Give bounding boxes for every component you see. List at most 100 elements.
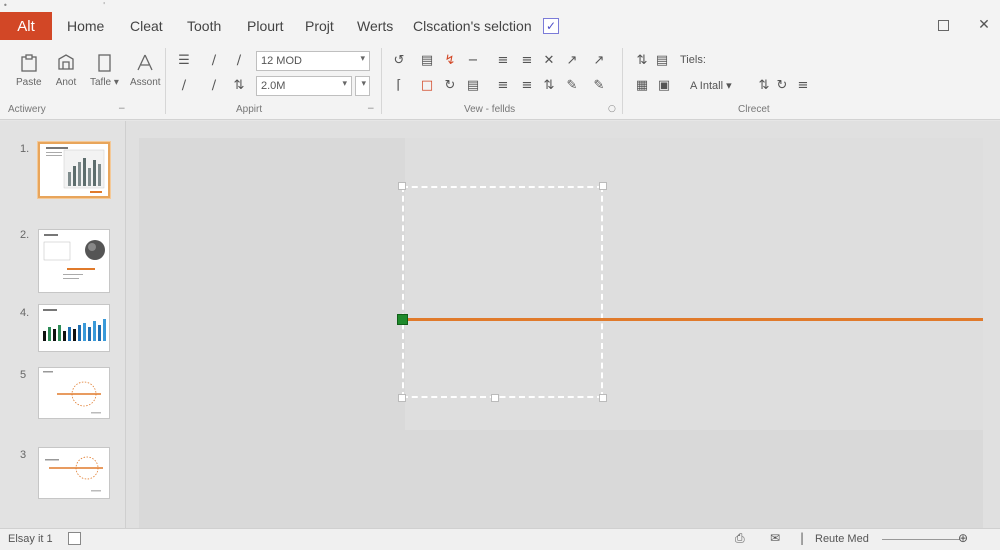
select-icon[interactable]: ▣ bbox=[655, 76, 673, 94]
slide-number: 2. bbox=[20, 229, 30, 241]
close-icon[interactable]: ✕ bbox=[975, 16, 993, 34]
group-launcher-icon[interactable]: ○ bbox=[608, 104, 616, 114]
line-start-handle[interactable] bbox=[397, 314, 408, 325]
list-icon[interactable]: ▤ bbox=[464, 76, 482, 94]
notes-icon[interactable]: ⎙ bbox=[735, 531, 745, 546]
slide-number: 4. bbox=[20, 307, 30, 319]
tab-werts[interactable]: Werts bbox=[357, 18, 393, 34]
slide-number: 5 bbox=[20, 369, 27, 381]
outline-icon[interactable]: ✎ bbox=[590, 76, 608, 94]
chevron-down-icon: ▾ bbox=[360, 54, 365, 64]
tab-selection[interactable]: Clscation's selction bbox=[413, 18, 532, 34]
sort-icon[interactable]: ⇅ bbox=[230, 76, 248, 94]
group-label-appirt: Appirt bbox=[236, 104, 263, 115]
chevron-down-icon: ▾ bbox=[113, 77, 119, 88]
wrap-icon[interactable]: ↗ bbox=[563, 51, 581, 69]
resize-handle[interactable] bbox=[599, 182, 607, 190]
chevron-down-icon: ▾ bbox=[361, 79, 366, 89]
group-separator bbox=[381, 48, 382, 114]
table-label: Tafle ▾ bbox=[90, 77, 119, 88]
zoom-slider[interactable] bbox=[882, 539, 960, 540]
slide-thumbnail-pane: 1. 2. 4. 5 3 bbox=[0, 121, 125, 528]
group-label-clrecet: Clrecet bbox=[738, 104, 770, 115]
quick-access-icon[interactable]: • bbox=[3, 1, 8, 10]
slide-thumbnail[interactable] bbox=[38, 367, 110, 419]
line-shape[interactable] bbox=[405, 318, 983, 321]
tab-tooth[interactable]: Tooth bbox=[187, 18, 221, 34]
resize-handle[interactable] bbox=[398, 182, 406, 190]
ribbon: Paste Anot Tafle ▾ Assont Actiwery − ☰ ∕… bbox=[0, 44, 1000, 120]
bullets-icon[interactable]: ≡ bbox=[494, 51, 512, 69]
arrange-icon[interactable]: ⇅ bbox=[633, 51, 651, 69]
grid-icon[interactable]: ▦ bbox=[633, 76, 651, 94]
status-checkbox[interactable] bbox=[68, 532, 81, 545]
resize-handle[interactable] bbox=[491, 394, 499, 402]
slide-thumbnail[interactable] bbox=[38, 447, 110, 499]
font-size-select[interactable]: 2.0M ▾ bbox=[256, 76, 352, 96]
group-label-view-fields: Vew - fellds bbox=[464, 104, 516, 115]
slide-number: 3 bbox=[20, 449, 27, 461]
text-direction-icon[interactable]: ⇅ bbox=[540, 76, 558, 94]
replace-icon[interactable]: ↻ bbox=[773, 76, 791, 94]
anot-button[interactable]: Anot bbox=[55, 52, 77, 88]
font-size-value: 2.0M bbox=[261, 80, 286, 92]
align-lines-icon[interactable]: ☰ bbox=[175, 51, 193, 69]
pencil-icon[interactable]: ∕ bbox=[175, 76, 193, 94]
refresh-icon[interactable]: ↺ bbox=[390, 51, 408, 69]
resize-handle[interactable] bbox=[599, 394, 607, 402]
font-size-dropdown[interactable]: ▾ bbox=[355, 76, 370, 96]
dash-icon[interactable]: − bbox=[464, 51, 482, 69]
quick-access-separator: ' bbox=[103, 1, 106, 10]
tab-home[interactable]: Home bbox=[67, 18, 104, 34]
slide-thumbnail[interactable] bbox=[38, 229, 110, 293]
font-name-select[interactable]: 12 MOD ▾ bbox=[256, 51, 370, 71]
resize-handle[interactable] bbox=[398, 394, 406, 402]
slide-number: 1. bbox=[20, 143, 30, 155]
install-button[interactable]: A Intall ▾ bbox=[690, 79, 732, 92]
tab-file[interactable]: Alt bbox=[0, 12, 52, 40]
crop-icon[interactable]: ✕ bbox=[540, 51, 558, 69]
group-objects-icon[interactable]: ⇅ bbox=[755, 76, 773, 94]
rotate-icon[interactable]: ↻ bbox=[441, 76, 459, 94]
table-button[interactable]: Tafle ▾ bbox=[90, 52, 119, 88]
tab-projt[interactable]: Projt bbox=[305, 18, 334, 34]
paste-button[interactable]: Paste bbox=[16, 52, 42, 88]
group-launcher-icon[interactable]: − bbox=[367, 104, 375, 114]
layout-icon[interactable]: ▤ bbox=[653, 51, 671, 69]
tiels-label[interactable]: Tiels: bbox=[680, 54, 706, 66]
selected-placeholder[interactable] bbox=[402, 186, 603, 398]
selection-checkbox-icon[interactable]: ✓ bbox=[543, 18, 559, 34]
ascent-button[interactable]: Assont bbox=[130, 52, 161, 88]
effects-icon[interactable]: ↗ bbox=[590, 51, 608, 69]
text-box-icon[interactable]: ▤ bbox=[418, 51, 436, 69]
align-right-icon[interactable]: ≡ bbox=[518, 76, 536, 94]
select-pane-icon[interactable]: ≡ bbox=[794, 76, 812, 94]
ascent-label: Assont bbox=[130, 77, 161, 88]
view-separator: | bbox=[800, 531, 805, 545]
title-strip: • ' bbox=[0, 0, 1000, 10]
group-separator bbox=[622, 48, 623, 114]
paste-label: Paste bbox=[16, 77, 42, 88]
comments-icon[interactable]: ✉ bbox=[770, 531, 780, 545]
document-icon bbox=[93, 52, 115, 74]
slide-thumbnail[interactable] bbox=[38, 142, 110, 198]
maximize-icon[interactable] bbox=[934, 16, 952, 34]
align-left-icon[interactable]: ≡ bbox=[494, 76, 512, 94]
align-center-icon[interactable]: ≡ bbox=[518, 51, 536, 69]
pen-icon[interactable]: ∕ bbox=[205, 51, 223, 69]
shape-fill-icon[interactable]: ✎ bbox=[563, 76, 581, 94]
tab-plourt[interactable]: Plourt bbox=[247, 18, 284, 34]
marker-icon[interactable]: ∕ bbox=[205, 76, 223, 94]
zoom-label[interactable]: Reute Med bbox=[815, 533, 869, 545]
group-launcher-icon[interactable]: − bbox=[118, 104, 126, 114]
new-page-icon[interactable]: □ bbox=[418, 76, 436, 94]
arrow-icon[interactable]: ↯ bbox=[441, 51, 459, 69]
group-label-actiwery: Actiwery bbox=[8, 104, 46, 115]
zoom-in-icon[interactable]: ⊕ bbox=[958, 531, 968, 545]
tab-cleat[interactable]: Cleat bbox=[130, 18, 163, 34]
font-name-value: 12 MOD bbox=[261, 55, 302, 67]
slide-thumbnail[interactable] bbox=[38, 304, 110, 352]
transform-icon[interactable]: ⌈ bbox=[390, 76, 408, 94]
ribbon-tab-row: Alt Home Cleat Tooth Plourt Projt Werts … bbox=[0, 10, 1000, 44]
highlighter-icon[interactable]: ∕ bbox=[230, 51, 248, 69]
